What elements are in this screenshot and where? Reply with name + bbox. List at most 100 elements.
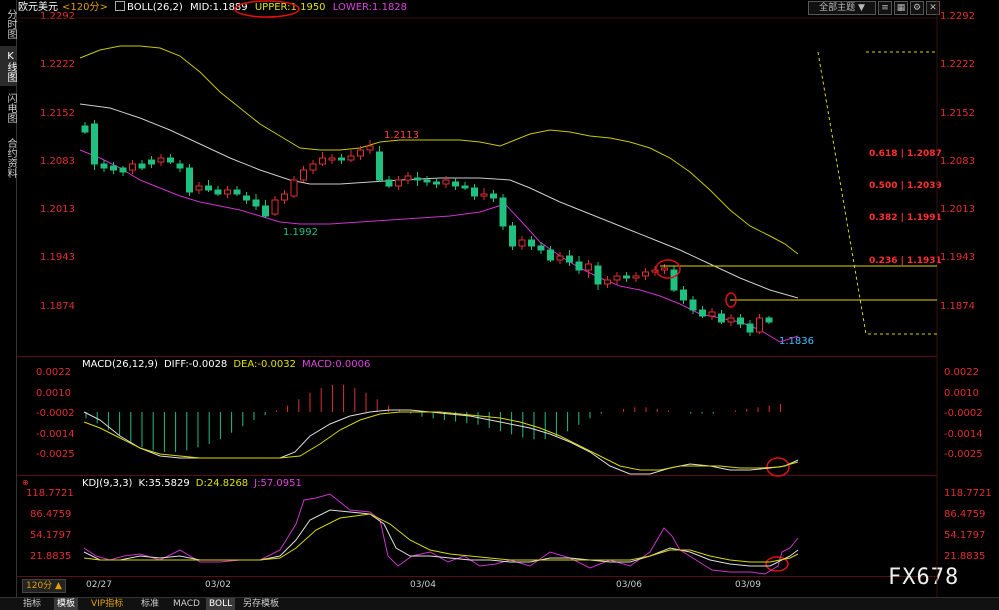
theme-select[interactable]: 全部主题 ▼ [808, 1, 876, 15]
candle-body [376, 151, 383, 181]
candle-body [661, 267, 668, 271]
candle-body [528, 239, 535, 247]
candle-body [509, 225, 516, 247]
macd-axis-left-label: 0.0022 [36, 367, 71, 378]
candle-body [281, 193, 288, 201]
candle-body [100, 163, 108, 169]
macd-axis-label: -0.0025 [944, 449, 983, 460]
tab-flash[interactable]: 闪电图 [0, 88, 16, 128]
candle-body [81, 125, 89, 133]
date-axis-label: 03/02 [205, 580, 231, 590]
annotation-circle [766, 457, 790, 477]
candle-body [613, 275, 621, 281]
candle-body [186, 167, 193, 193]
candle-body [300, 169, 307, 181]
macd-axis-left-label: -0.0014 [36, 429, 75, 440]
boll-checkbox-icon[interactable] [115, 1, 126, 11]
candle-body [632, 275, 640, 279]
tab-kline[interactable]: K线图 [0, 46, 16, 86]
date-axis-label: 02/27 [86, 580, 112, 590]
tab-standard[interactable]: 标准 [138, 598, 162, 610]
candle-body [746, 323, 754, 333]
tab-templates[interactable]: 模板 [54, 598, 79, 610]
chart-mode-sidebar: 分时图 K线图 闪电图 合约资料 [0, 0, 17, 597]
macd-name: MACD(26,12,9) [82, 359, 158, 370]
candle-body [385, 179, 393, 187]
candle-body [110, 165, 117, 171]
candle-body [651, 269, 659, 273]
settings-icon[interactable]: ⚙ [910, 1, 924, 15]
chevron-down-icon: ▼ [857, 3, 865, 13]
candle-body [252, 199, 260, 207]
candle-body [347, 155, 355, 161]
candle-body [205, 185, 212, 191]
price-axis-left-label: 1.2152 [40, 108, 75, 119]
kdj-j-value: J:57.0951 [254, 478, 302, 489]
tab-vip-indicators[interactable]: VIP指标 [88, 598, 126, 610]
price-axis-left-label: 1.1943 [40, 252, 75, 263]
tab-contract-info[interactable]: 合约资料 [0, 132, 16, 184]
candle-body [756, 317, 763, 333]
panel-divider [17, 475, 937, 476]
kdj-j-line [83, 493, 799, 575]
low-price-annotation: 1.1836 [779, 336, 814, 347]
boll-mid-value: MID:1.1889 [190, 2, 248, 13]
tab-save-template[interactable]: 另存模板 [240, 598, 282, 610]
candle-body [328, 157, 336, 161]
candle-body [319, 157, 326, 165]
boll-upper-band [79, 45, 799, 255]
candle-body [214, 189, 222, 195]
price-axis-left-label: 1.2083 [40, 156, 75, 167]
close-icon[interactable]: ✕ [926, 1, 940, 15]
candle-body [623, 275, 630, 279]
candle-body [585, 263, 592, 271]
chart-canvas[interactable] [0, 0, 999, 609]
panel-divider [17, 576, 937, 577]
candle-body [556, 255, 564, 261]
panel-divider [17, 356, 937, 357]
price-axis-label: 1.1943 [940, 252, 975, 263]
bottom-toolbar: 指标 模板 VIP指标 标准 MACD BOLL 另存模板 [0, 597, 999, 610]
tab-timeshare[interactable]: 分时图 [0, 4, 16, 44]
grid-icon[interactable]: ▦ [894, 1, 908, 15]
candle-body [433, 181, 440, 185]
macd-diff-line [83, 409, 799, 475]
tab-boll[interactable]: BOLL [206, 598, 236, 610]
macd-dea-value: DEA:-0.0032 [233, 359, 296, 370]
candle-body [642, 271, 649, 277]
candle-body [157, 157, 165, 163]
price-axis-label: 1.2013 [940, 204, 975, 215]
menu-icon[interactable]: ≡ [878, 1, 892, 15]
macd-axis-label: -0.0002 [944, 408, 983, 419]
macd-axis-left-label: -0.0002 [36, 408, 75, 419]
boll-lower-band [79, 149, 799, 343]
candle-body [680, 289, 687, 301]
tab-indicators[interactable]: 指标 [20, 598, 44, 610]
kdj-k-value: K:35.5829 [138, 478, 190, 489]
kdj-marker-icon: ⊕ [22, 478, 29, 487]
candle-body [518, 239, 526, 247]
tab-macd[interactable]: MACD [170, 598, 203, 610]
candle-body [176, 163, 184, 169]
candle-body [395, 179, 402, 187]
candle-body [737, 317, 744, 325]
candle-body [452, 181, 459, 187]
candle-body [604, 279, 611, 285]
candle-body [765, 317, 773, 323]
candle-body [338, 157, 345, 161]
candle-body [138, 163, 146, 169]
macd-axis-left-label: -0.0025 [36, 449, 75, 460]
candle-body [537, 245, 545, 251]
candle-body [699, 309, 706, 317]
price-axis-left-label: 1.1874 [40, 301, 75, 312]
period-select[interactable]: 120分 ▲ [22, 579, 66, 593]
candle-body [471, 187, 478, 197]
high-price-annotation: 1.2113 [384, 130, 419, 141]
candle-body [490, 193, 497, 199]
candle-body [689, 299, 697, 311]
price-axis-left-label: 1.2222 [40, 59, 75, 70]
candlestick-series [81, 120, 773, 336]
date-axis-label: 03/04 [410, 580, 436, 590]
candle-body [461, 185, 469, 189]
date-axis-label: 03/09 [735, 580, 761, 590]
